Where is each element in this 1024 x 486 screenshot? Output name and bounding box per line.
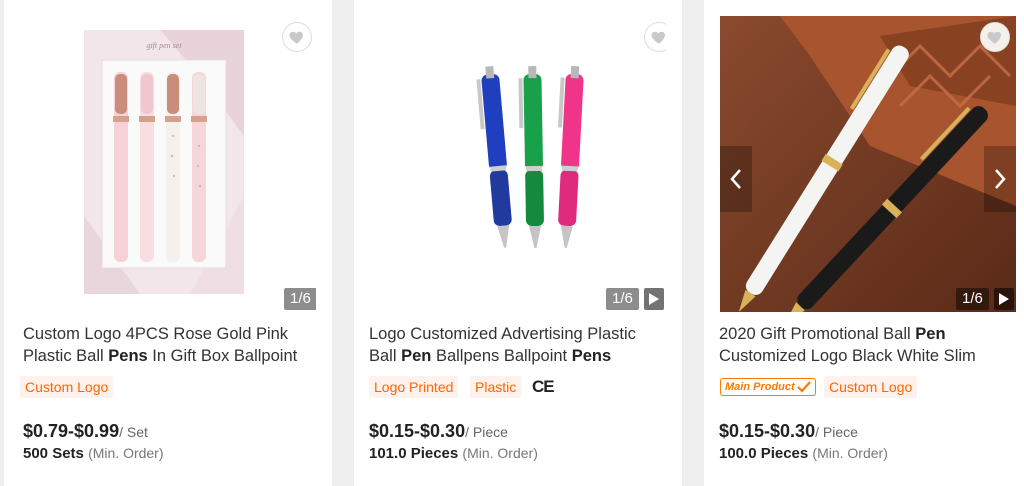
heart-icon (289, 31, 304, 44)
play-icon (999, 293, 1009, 305)
product-image[interactable]: 1/6 (370, 16, 666, 312)
product-title[interactable]: Logo Customized Advertising Plastic Ball… (369, 323, 665, 367)
heart-icon (987, 31, 1002, 44)
product-title[interactable]: 2020 Gift Promotional Ball Pen Customize… (719, 323, 1015, 367)
next-image-button[interactable] (984, 146, 1016, 212)
favorite-button[interactable] (644, 22, 666, 52)
favorite-button[interactable] (980, 22, 1010, 52)
video-button[interactable] (644, 288, 664, 310)
image-counter: 1/6 (284, 288, 316, 310)
metal-pens-image (720, 16, 1016, 312)
chevron-left-icon (730, 169, 741, 189)
svg-text:gift pen set: gift pen set (146, 41, 182, 50)
image-counter: 1/6 (606, 288, 639, 310)
product-image[interactable]: 1/6 (720, 16, 1016, 312)
product-title[interactable]: Custom Logo 4PCS Rose Gold Pink Plastic … (23, 323, 319, 367)
favorite-button[interactable] (282, 22, 312, 52)
tag-plastic: Plastic (470, 376, 522, 398)
product-card[interactable]: gift pen set 1/6 Custom Logo 4PCS Rose G… (4, 0, 332, 486)
pen-gift-box-image: gift pen set (20, 16, 316, 312)
product-image[interactable]: gift pen set 1/6 (20, 16, 316, 312)
chevron-right-icon (995, 169, 1006, 189)
image-counter: 1/6 (956, 288, 989, 310)
min-order: 500 Sets (Min. Order) (23, 445, 164, 462)
price-range: $0.15-$0.30/ Piece (719, 421, 858, 441)
min-order: 101.0 Pieces (Min. Order) (369, 445, 538, 462)
heart-icon (651, 31, 666, 44)
tag-custom-logo: Custom Logo (20, 376, 114, 398)
tag-custom-logo: Custom Logo (824, 376, 918, 398)
product-card[interactable]: 1/6 Logo Customized Advertising Plastic … (354, 0, 682, 486)
price-range: $0.79-$0.99/ Set (23, 421, 148, 441)
checkmark-icon (796, 381, 811, 393)
video-button[interactable] (994, 288, 1014, 310)
ce-mark: CE (532, 377, 555, 396)
play-icon (649, 293, 659, 305)
main-product-badge: Main Product (720, 378, 816, 396)
tag-logo-printed: Logo Printed (369, 376, 459, 398)
plastic-pens-image (370, 16, 666, 312)
prev-image-button[interactable] (720, 146, 752, 212)
product-card[interactable]: 1/6 2020 Gift Promotional Ball Pen Custo… (704, 0, 1024, 486)
price-range: $0.15-$0.30/ Piece (369, 421, 508, 441)
min-order: 100.0 Pieces (Min. Order) (719, 445, 888, 462)
